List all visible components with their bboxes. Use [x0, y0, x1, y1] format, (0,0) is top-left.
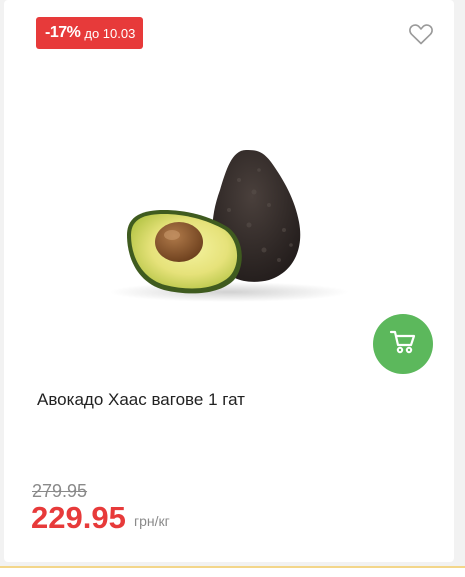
price-unit: грн/кг — [134, 513, 170, 529]
product-card[interactable]: -17% до 10.03 Авокадо Хаас вагове 1 гат … — [4, 0, 454, 562]
discount-badge: -17% до 10.03 — [36, 17, 144, 49]
product-name[interactable]: Авокадо Хаас вагове 1 гат — [37, 390, 245, 410]
current-price: 229.95 — [31, 500, 126, 535]
product-image[interactable] — [99, 130, 359, 330]
old-price: 279.95 — [32, 481, 88, 501]
add-to-cart-button[interactable] — [373, 314, 433, 374]
discount-until-date: до 10.03 — [84, 25, 136, 41]
discount-percent: -17% — [45, 24, 81, 41]
shopping-cart-icon — [389, 329, 417, 360]
next-card-edge — [0, 566, 465, 577]
heart-icon[interactable] — [408, 22, 434, 46]
